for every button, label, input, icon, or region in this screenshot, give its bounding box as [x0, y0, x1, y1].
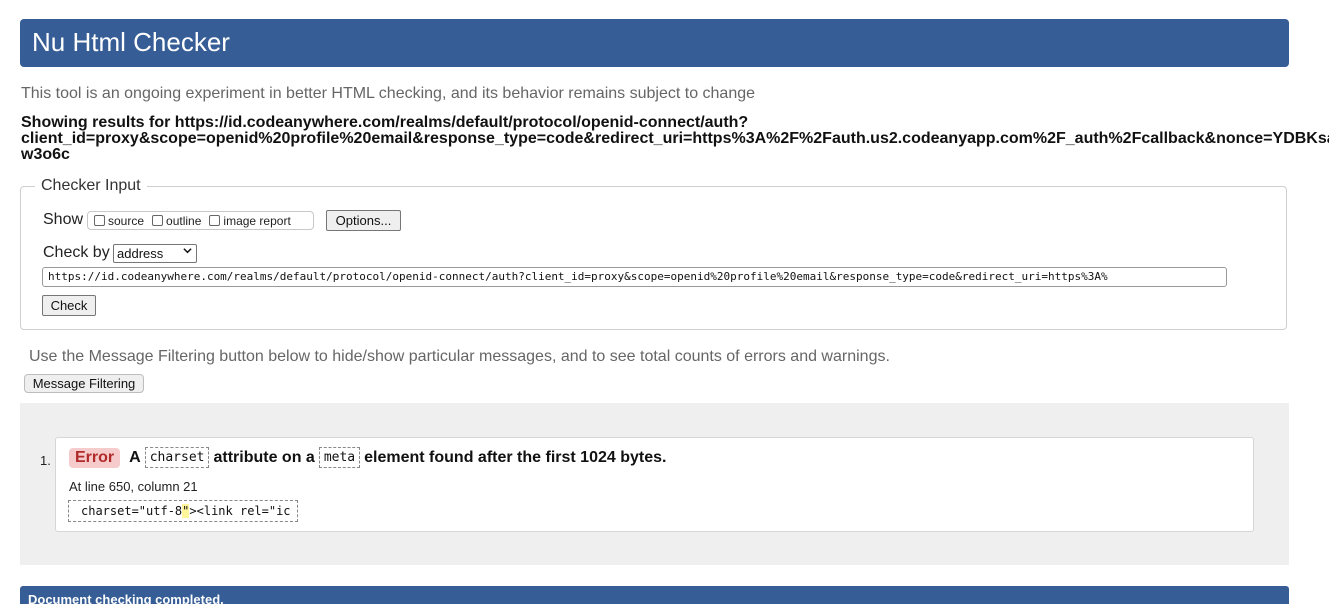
checker-input-legend: Checker Input — [41, 177, 141, 194]
message-text-part: attribute on a — [213, 448, 315, 466]
checker-input-fieldset: Checker Input — [20, 177, 1287, 330]
check-by-select[interactable]: address — [113, 244, 197, 263]
completion-status-bar: Document checking completed. — [20, 586, 1289, 604]
check-button[interactable]: Check — [42, 295, 96, 316]
tagline: This tool is an ongoing experiment in be… — [21, 85, 756, 102]
code-extract: charset="utf-8 " ><link rel="ic — [68, 500, 298, 522]
image-report-checkbox-label: image report — [223, 213, 291, 228]
filter-note: Use the Message Filtering button below t… — [29, 348, 890, 365]
completion-status-text: Document checking completed. — [28, 592, 224, 604]
image-report-checkbox[interactable]: image report — [209, 213, 291, 228]
results-heading-line: client_id=proxy&scope=openid%20profile%2… — [21, 130, 1329, 147]
message-item: Error A charset attribute on a meta elem… — [55, 437, 1254, 532]
page-title: Nu Html Checker — [32, 27, 230, 57]
show-label: Show — [43, 211, 84, 228]
message-number: 1. — [40, 453, 51, 468]
checkbox-box[interactable] — [94, 215, 105, 226]
results-heading: Showing results for https://id.codeanywh… — [21, 115, 1329, 163]
code-snippet: charset — [144, 447, 210, 468]
extract-highlight: " — [182, 504, 190, 518]
extract-before: charset="utf-8 — [81, 504, 183, 518]
message-text-part: element found after the first 1024 bytes… — [364, 448, 667, 466]
checkbox-box[interactable] — [152, 215, 164, 226]
error-badge: Error — [69, 447, 121, 468]
outline-checkbox[interactable]: outline — [152, 214, 201, 228]
chevron-down-icon — [183, 246, 192, 258]
source-checkbox-label: source — [108, 213, 145, 228]
extract-after: ><link rel="ic — [189, 504, 291, 518]
message-filtering-button[interactable]: Message Filtering — [24, 374, 144, 393]
check-by-value: address — [117, 246, 164, 261]
url-input[interactable]: https://id.codeanywhere.com/realms/defau… — [42, 267, 1227, 287]
results-heading-line: w3o6c — [21, 146, 70, 163]
source-checkbox[interactable]: source — [94, 214, 144, 228]
code-snippet: meta — [318, 447, 361, 468]
results-heading-line: Showing results for https://id.codeanywh… — [21, 115, 749, 131]
options-button[interactable]: Options... — [326, 210, 401, 231]
check-by-label: Check by — [43, 244, 110, 261]
message-text: Error A charset attribute on a meta elem… — [69, 447, 666, 468]
message-text-part: A — [129, 448, 141, 466]
outline-checkbox-label: outline — [166, 213, 202, 228]
show-options-group: source outline image report — [87, 211, 314, 230]
checkbox-box[interactable] — [209, 215, 221, 226]
message-location: At line 650, column 21 — [69, 479, 198, 494]
header-banner: Nu Html Checker — [20, 19, 1289, 67]
